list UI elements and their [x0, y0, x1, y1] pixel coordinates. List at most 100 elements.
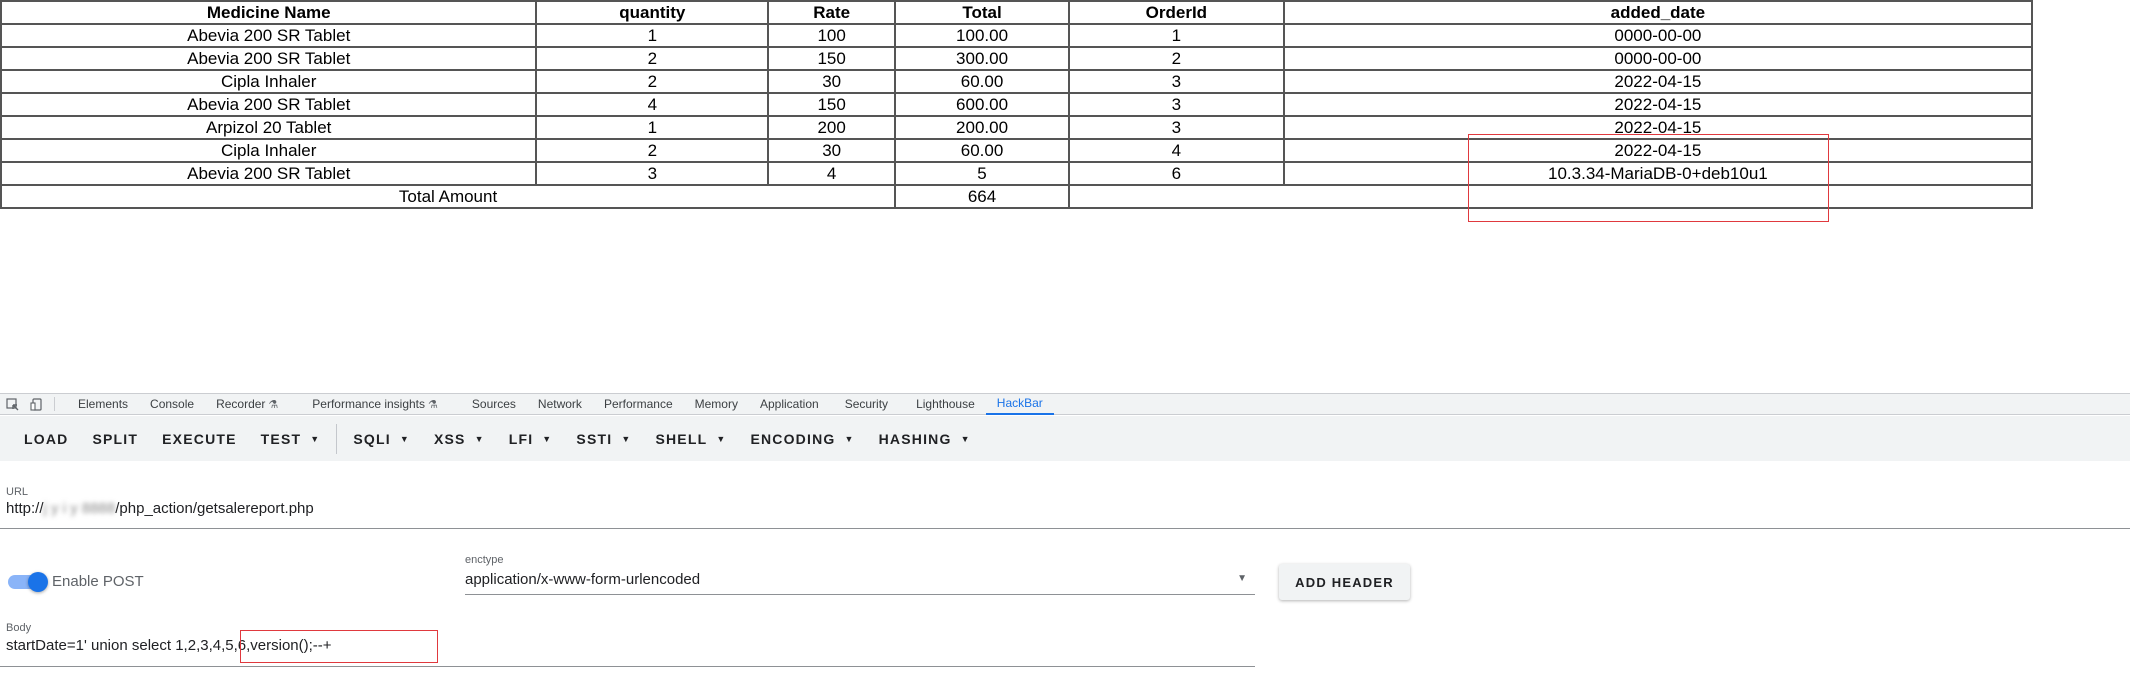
sale-report-table: Medicine Name quantity Rate Total OrderI…	[0, 0, 2034, 209]
hashing-menu-button[interactable]: HASHING ▼	[867, 421, 983, 457]
table-cell: Abevia 200 SR Tablet	[0, 92, 538, 117]
table-row: Arpizol 20 Tablet 1 200 200.00 3 2022-04…	[0, 115, 2034, 140]
devtools-tab-bar: Elements Console Recorder ⚗ Performance i…	[0, 394, 2130, 415]
tab-performance-insights[interactable]: Performance insights ⚗	[301, 394, 449, 415]
test-menu-button[interactable]: TEST ▼	[249, 421, 333, 457]
tab-network[interactable]: Network	[527, 394, 593, 415]
table-cell: 2	[1067, 46, 1285, 71]
table-cell: 4	[767, 161, 897, 186]
total-amount-value: 664	[894, 184, 1070, 209]
table-row: Abevia 200 SR Tablet 2 150 300.00 2 0000…	[0, 46, 2034, 71]
enable-post-toggle[interactable]	[8, 572, 48, 592]
tab-memory[interactable]: Memory	[684, 394, 749, 415]
table-cell: 1	[535, 23, 770, 48]
encoding-menu-button[interactable]: ENCODING ▼	[738, 421, 866, 457]
table-cell: 30	[767, 138, 897, 163]
button-label: HASHING	[878, 430, 952, 447]
tab-recorder[interactable]: Recorder ⚗	[205, 394, 289, 415]
ssti-menu-button[interactable]: SSTI ▼	[564, 421, 643, 457]
total-row: Total Amount 664	[0, 184, 2034, 209]
button-label: ENCODING	[750, 430, 836, 447]
tab-security[interactable]: Security	[834, 394, 899, 415]
url-prefix: http://	[6, 500, 44, 517]
url-path: /php_action/getsalereport.php	[115, 500, 314, 517]
table-cell: 1	[1067, 23, 1285, 48]
table-cell: 6	[1067, 161, 1285, 186]
enctype-underline	[465, 594, 1255, 595]
table-header-row: Medicine Name quantity Rate Total OrderI…	[0, 0, 2034, 25]
table-cell: 200	[767, 115, 897, 140]
button-label: SSTI	[576, 430, 613, 447]
xss-menu-button[interactable]: XSS ▼	[422, 421, 497, 457]
button-label: XSS	[433, 430, 466, 447]
sqli-menu-button[interactable]: SQLI ▼	[341, 421, 422, 457]
table-cell: Abevia 200 SR Tablet	[0, 46, 538, 71]
table-cell: 3	[535, 161, 770, 186]
table-cell: 2022-04-15	[1282, 138, 2034, 163]
tab-console[interactable]: Console	[139, 394, 205, 415]
table-cell: 1	[535, 115, 770, 140]
dropdown-arrow-icon: ▼	[1237, 573, 1247, 584]
table-cell: Abevia 200 SR Tablet	[0, 161, 538, 186]
shell-menu-button[interactable]: SHELL ▼	[643, 421, 738, 457]
caret-down-icon: ▼	[310, 433, 321, 444]
table-cell: 2	[535, 69, 770, 94]
experiment-flask-icon: ⚗	[268, 398, 279, 411]
empty-cell	[1067, 184, 2034, 209]
table-cell: 2022-04-15	[1282, 92, 2034, 117]
column-header: added_date	[1282, 0, 2034, 25]
table-cell: 4	[535, 92, 770, 117]
table-cell: 2022-04-15	[1282, 69, 2034, 94]
table-cell: 4	[1067, 138, 1285, 163]
tab-performance[interactable]: Performance	[593, 394, 684, 415]
button-label: SHELL	[655, 430, 708, 447]
caret-down-icon: ▼	[716, 433, 727, 444]
table-cell: Cipla Inhaler	[0, 69, 538, 94]
inspect-element-icon[interactable]	[4, 397, 20, 411]
table-cell: 100	[767, 23, 897, 48]
table-cell: 200.00	[894, 115, 1070, 140]
table-cell: 2	[535, 138, 770, 163]
enable-post-label: Enable POST	[52, 573, 144, 590]
table-cell: 60.00	[894, 69, 1070, 94]
tab-elements[interactable]: Elements	[67, 394, 139, 415]
column-header: Medicine Name	[0, 0, 538, 25]
body-label: Body	[6, 622, 32, 634]
enctype-value: application/x-www-form-urlencoded	[465, 571, 701, 588]
body-input[interactable]: startDate=1' union select 1,2,3,4,5,6,ve…	[6, 637, 332, 654]
tab-hackbar[interactable]: HackBar	[985, 394, 1054, 415]
table-cell: 100.00	[894, 23, 1070, 48]
table-row: Abevia 200 SR Tablet 3 4 5 6 10.3.34-Mar…	[0, 161, 2034, 186]
table-cell: 60.00	[894, 138, 1070, 163]
table-cell: 2022-04-15	[1282, 115, 2034, 140]
table-cell: 30	[767, 69, 897, 94]
split-button[interactable]: SPLIT	[80, 421, 150, 457]
load-button[interactable]: LOAD	[12, 421, 80, 457]
table-cell: Arpizol 20 Tablet	[0, 115, 538, 140]
tab-application[interactable]: Application	[749, 394, 830, 415]
table-cell: Cipla Inhaler	[0, 138, 538, 163]
button-label: LFI	[508, 430, 534, 447]
url-input[interactable]: http://j y i y 8888/php_action/getsalere…	[6, 500, 314, 517]
table-cell: 150	[767, 92, 897, 117]
table-cell: 3	[1067, 69, 1285, 94]
tab-sources[interactable]: Sources	[461, 394, 527, 415]
table-cell: 300.00	[894, 46, 1070, 71]
execute-button[interactable]: EXECUTE	[150, 421, 249, 457]
tab-label: Performance insights	[312, 397, 426, 411]
table-row: Abevia 200 SR Tablet 4 150 600.00 3 2022…	[0, 92, 2034, 117]
tab-lighthouse[interactable]: Lighthouse	[905, 394, 986, 415]
body-underline	[0, 666, 1255, 667]
devtools-panel: Elements Console Recorder ⚗ Performance i…	[0, 393, 2130, 679]
button-label: TEST	[260, 430, 302, 447]
table-cell: 600.00	[894, 92, 1070, 117]
experiment-flask-icon: ⚗	[428, 398, 438, 411]
device-toolbar-icon[interactable]	[28, 397, 44, 411]
add-header-button[interactable]: ADD HEADER	[1279, 564, 1410, 600]
table-cell: 2	[535, 46, 770, 71]
column-header: Rate	[767, 0, 897, 25]
table-cell: 3	[1067, 92, 1285, 117]
lfi-menu-button[interactable]: LFI ▼	[497, 421, 565, 457]
enctype-select[interactable]: application/x-www-form-urlencoded ▼	[465, 571, 1255, 588]
url-underline	[0, 528, 2130, 529]
